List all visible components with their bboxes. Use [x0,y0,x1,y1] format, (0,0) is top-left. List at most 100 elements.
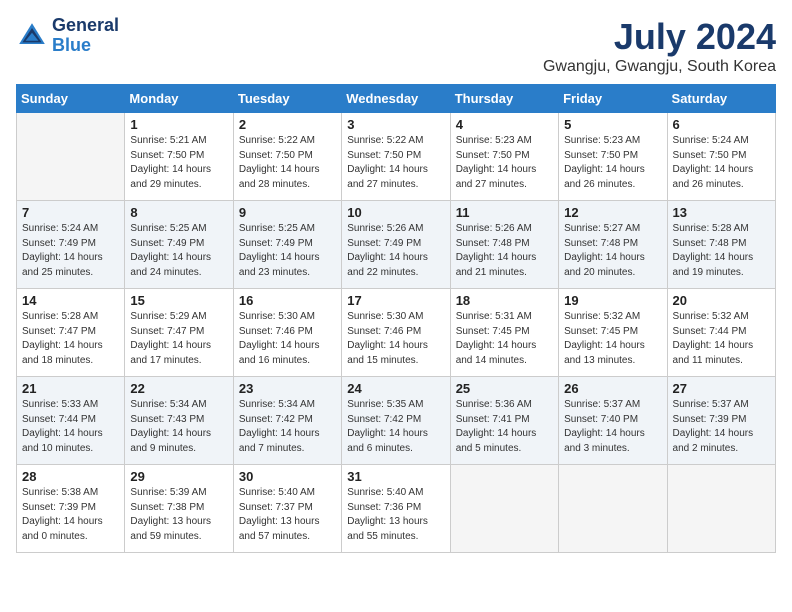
day-cell: 9 Sunrise: 5:25 AM Sunset: 7:49 PM Daylig… [233,201,341,289]
calendar-header-friday: Friday [559,85,667,113]
day-detail: Sunrise: 5:33 AM Sunset: 7:44 PM Dayligh… [22,398,119,456]
day-detail: Sunrise: 5:32 AM Sunset: 7:45 PM Dayligh… [564,310,661,368]
day-number: 4 [456,117,553,132]
day-detail: Sunrise: 5:25 AM Sunset: 7:49 PM Dayligh… [130,222,227,280]
day-number: 1 [130,117,227,132]
day-cell: 8 Sunrise: 5:25 AM Sunset: 7:49 PM Daylig… [125,201,233,289]
day-cell: 16Sunrise: 5:30 AM Sunset: 7:46 PM Dayli… [233,289,341,377]
day-number: 10 [347,205,444,220]
week-row-3: 14Sunrise: 5:28 AM Sunset: 7:47 PM Dayli… [17,289,776,377]
week-row-1: 1 Sunrise: 5:21 AM Sunset: 7:50 PM Daylig… [17,113,776,201]
day-cell: 23 Sunrise: 5:34 AM Sunset: 7:42 PM Dayli… [233,377,341,465]
day-number: 7 [22,205,119,220]
day-number: 17 [347,293,444,308]
day-cell: 21 Sunrise: 5:33 AM Sunset: 7:44 PM Dayli… [17,377,125,465]
day-cell: 19 Sunrise: 5:32 AM Sunset: 7:45 PM Dayli… [559,289,667,377]
day-number: 9 [239,205,336,220]
day-detail: Sunrise: 5:40 AM Sunset: 7:37 PM Dayligh… [239,486,336,544]
day-number: 30 [239,469,336,484]
day-number: 28 [22,469,119,484]
day-cell: 31 Sunrise: 5:40 AM Sunset: 7:36 PM Dayli… [342,465,450,553]
day-number: 24 [347,381,444,396]
day-number: 3 [347,117,444,132]
week-row-2: 7 Sunrise: 5:24 AM Sunset: 7:49 PM Daylig… [17,201,776,289]
day-detail: Sunrise: 5:30 AM Sunset: 7:46 PM Dayligh… [347,310,444,368]
day-cell: 4 Sunrise: 5:23 AM Sunset: 7:50 PM Daylig… [450,113,558,201]
day-cell: 7 Sunrise: 5:24 AM Sunset: 7:49 PM Daylig… [17,201,125,289]
day-detail: Sunrise: 5:21 AM Sunset: 7:50 PM Dayligh… [130,134,227,192]
day-detail: Sunrise: 5:23 AM Sunset: 7:50 PM Dayligh… [456,134,553,192]
day-detail: Sunrise: 5:25 AM Sunset: 7:49 PM Dayligh… [239,222,336,280]
day-number: 21 [22,381,119,396]
day-cell [667,465,775,553]
page-header: General Blue July 2024 Gwangju, Gwangju,… [16,16,776,76]
day-number: 20 [673,293,770,308]
day-number: 19 [564,293,661,308]
day-cell: 20 Sunrise: 5:32 AM Sunset: 7:44 PM Dayli… [667,289,775,377]
day-detail: Sunrise: 5:36 AM Sunset: 7:41 PM Dayligh… [456,398,553,456]
title-area: July 2024 Gwangju, Gwangju, South Korea [543,16,776,76]
day-cell: 1 Sunrise: 5:21 AM Sunset: 7:50 PM Daylig… [125,113,233,201]
day-detail: Sunrise: 5:22 AM Sunset: 7:50 PM Dayligh… [239,134,336,192]
day-number: 12 [564,205,661,220]
day-number: 26 [564,381,661,396]
day-number: 31 [347,469,444,484]
day-number: 27 [673,381,770,396]
day-detail: Sunrise: 5:32 AM Sunset: 7:44 PM Dayligh… [673,310,770,368]
day-cell [17,113,125,201]
calendar-header-wednesday: Wednesday [342,85,450,113]
day-detail: Sunrise: 5:27 AM Sunset: 7:48 PM Dayligh… [564,222,661,280]
calendar-header-saturday: Saturday [667,85,775,113]
day-number: 15 [130,293,227,308]
month-title: July 2024 [543,16,776,58]
day-number: 25 [456,381,553,396]
day-number: 23 [239,381,336,396]
day-detail: Sunrise: 5:30 AM Sunset: 7:46 PM Dayligh… [239,310,336,368]
day-cell: 30 Sunrise: 5:40 AM Sunset: 7:37 PM Dayli… [233,465,341,553]
day-number: 14 [22,293,119,308]
day-cell: 5 Sunrise: 5:23 AM Sunset: 7:50 PM Daylig… [559,113,667,201]
day-number: 2 [239,117,336,132]
logo: General Blue [16,16,119,56]
day-number: 5 [564,117,661,132]
day-cell: 14Sunrise: 5:28 AM Sunset: 7:47 PM Dayli… [17,289,125,377]
day-detail: Sunrise: 5:28 AM Sunset: 7:48 PM Dayligh… [673,222,770,280]
day-number: 11 [456,205,553,220]
day-detail: Sunrise: 5:34 AM Sunset: 7:43 PM Dayligh… [130,398,227,456]
day-cell: 29Sunrise: 5:39 AM Sunset: 7:38 PM Dayli… [125,465,233,553]
day-cell: 22 Sunrise: 5:34 AM Sunset: 7:43 PM Dayli… [125,377,233,465]
day-detail: Sunrise: 5:35 AM Sunset: 7:42 PM Dayligh… [347,398,444,456]
day-cell: 28 Sunrise: 5:38 AM Sunset: 7:39 PM Dayli… [17,465,125,553]
logo-line1: General [52,16,119,36]
day-cell: 17 Sunrise: 5:30 AM Sunset: 7:46 PM Dayli… [342,289,450,377]
day-detail: Sunrise: 5:26 AM Sunset: 7:49 PM Dayligh… [347,222,444,280]
day-detail: Sunrise: 5:24 AM Sunset: 7:49 PM Dayligh… [22,222,119,280]
day-detail: Sunrise: 5:31 AM Sunset: 7:45 PM Dayligh… [456,310,553,368]
day-cell: 2 Sunrise: 5:22 AM Sunset: 7:50 PM Daylig… [233,113,341,201]
day-cell: 24 Sunrise: 5:35 AM Sunset: 7:42 PM Dayli… [342,377,450,465]
week-row-5: 28 Sunrise: 5:38 AM Sunset: 7:39 PM Dayli… [17,465,776,553]
day-number: 6 [673,117,770,132]
calendar: SundayMondayTuesdayWednesdayThursdayFrid… [16,84,776,553]
day-detail: Sunrise: 5:23 AM Sunset: 7:50 PM Dayligh… [564,134,661,192]
calendar-header-row: SundayMondayTuesdayWednesdayThursdayFrid… [17,85,776,113]
calendar-header-thursday: Thursday [450,85,558,113]
day-detail: Sunrise: 5:24 AM Sunset: 7:50 PM Dayligh… [673,134,770,192]
day-cell [559,465,667,553]
day-number: 22 [130,381,227,396]
logo-text: General Blue [52,16,119,56]
logo-line2: Blue [52,35,91,55]
day-detail: Sunrise: 5:40 AM Sunset: 7:36 PM Dayligh… [347,486,444,544]
day-detail: Sunrise: 5:37 AM Sunset: 7:40 PM Dayligh… [564,398,661,456]
day-number: 8 [130,205,227,220]
day-detail: Sunrise: 5:39 AM Sunset: 7:38 PM Dayligh… [130,486,227,544]
day-cell: 3 Sunrise: 5:22 AM Sunset: 7:50 PM Daylig… [342,113,450,201]
day-detail: Sunrise: 5:22 AM Sunset: 7:50 PM Dayligh… [347,134,444,192]
day-detail: Sunrise: 5:38 AM Sunset: 7:39 PM Dayligh… [22,486,119,544]
day-detail: Sunrise: 5:34 AM Sunset: 7:42 PM Dayligh… [239,398,336,456]
calendar-header-monday: Monday [125,85,233,113]
calendar-header-sunday: Sunday [17,85,125,113]
day-cell: 11Sunrise: 5:26 AM Sunset: 7:48 PM Dayli… [450,201,558,289]
day-cell: 25 Sunrise: 5:36 AM Sunset: 7:41 PM Dayli… [450,377,558,465]
calendar-header-tuesday: Tuesday [233,85,341,113]
